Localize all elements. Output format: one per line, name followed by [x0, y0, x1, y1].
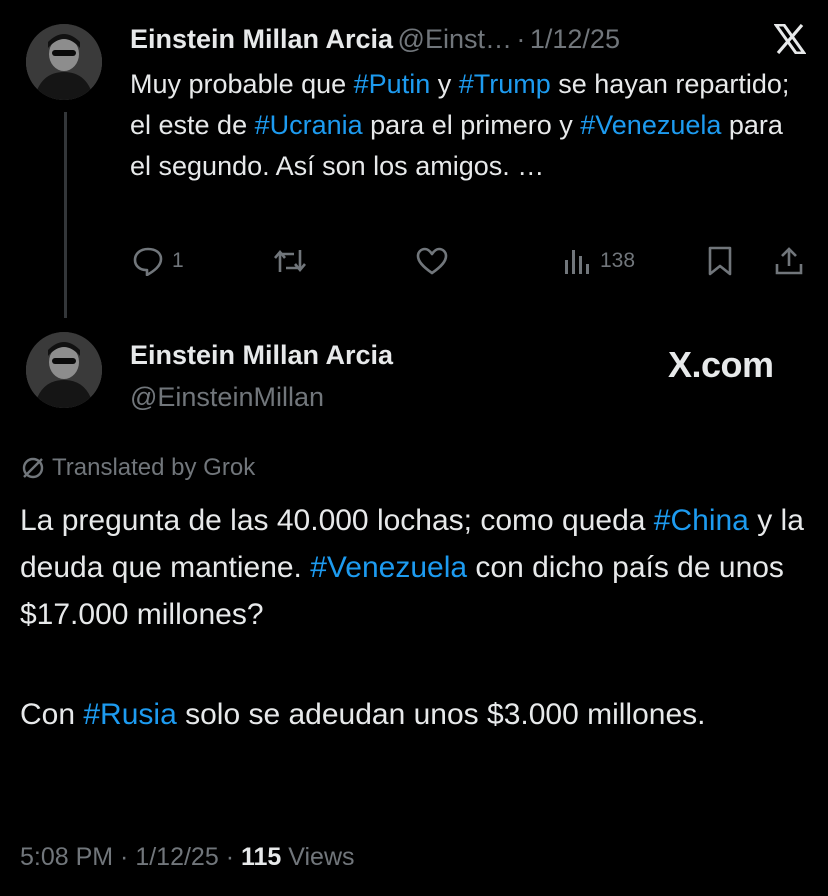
retweet-icon: [272, 246, 308, 276]
hashtag-link[interactable]: #Venezuela: [580, 110, 721, 140]
text-segment: y: [430, 69, 459, 99]
text-segment: solo se adeudan unos $3.000 millones.: [176, 698, 706, 731]
xcom-watermark: X.com: [668, 344, 774, 385]
views-count[interactable]: 115: [241, 843, 281, 871]
author-handle[interactable]: @Einst…: [398, 24, 512, 54]
text-segment: para el primero y: [362, 110, 581, 140]
reply-button[interactable]: 1: [132, 246, 184, 276]
avatar[interactable]: [26, 24, 102, 100]
avatar[interactable]: [26, 332, 102, 408]
author-name[interactable]: Einstein Millan Arcia: [130, 340, 393, 371]
x-logo-icon[interactable]: [774, 24, 806, 54]
tweet-time[interactable]: 5:08 PM: [20, 843, 113, 871]
share-button[interactable]: [774, 246, 804, 276]
tweet-date[interactable]: 1/12/25: [530, 24, 620, 54]
reply-icon: [132, 246, 164, 276]
views-button[interactable]: 138: [562, 246, 635, 276]
text-segment: La pregunta de las 40.000 lochas; como q…: [20, 504, 654, 537]
translated-by-text: Translated by Grok: [52, 454, 256, 481]
like-icon: [416, 246, 448, 276]
retweet-button[interactable]: [272, 246, 308, 276]
translation-label[interactable]: Translated by Grok: [20, 454, 255, 482]
reply-count: 1: [172, 249, 184, 272]
bookmark-button[interactable]: [706, 246, 734, 276]
views-label: Views: [281, 843, 355, 871]
separator: ·: [516, 24, 526, 54]
views-icon: [562, 246, 592, 276]
hashtag-link[interactable]: #Venezuela: [310, 551, 467, 584]
share-icon: [774, 246, 804, 276]
hashtag-link[interactable]: #Trump: [459, 69, 551, 99]
author-name[interactable]: Einstein Millan Arcia: [130, 24, 393, 54]
reply-tweet-text: Muy probable que #Putin y #Trump se haya…: [130, 64, 810, 187]
separator: ·: [113, 843, 136, 871]
main-tweet-paragraph: Con #Rusia solo se adeudan unos $3.000 m…: [20, 691, 720, 738]
hashtag-link[interactable]: #China: [654, 504, 749, 537]
text-segment: Muy probable que: [130, 69, 354, 99]
action-bar: 1 138: [132, 246, 812, 278]
author-handle[interactable]: @EinsteinMillan: [130, 382, 324, 413]
hashtag-link[interactable]: #Rusia: [83, 698, 176, 731]
translate-icon: [20, 455, 46, 481]
thread-line: [64, 112, 67, 318]
hashtag-link[interactable]: #Putin: [354, 69, 431, 99]
separator: ·: [218, 843, 241, 871]
text-segment: Con: [20, 698, 84, 731]
tweet-date[interactable]: 1/12/25: [135, 843, 218, 871]
bookmark-icon: [706, 246, 734, 276]
main-tweet-paragraph: La pregunta de las 40.000 lochas; como q…: [20, 497, 810, 638]
hashtag-link[interactable]: #Ucrania: [255, 110, 363, 140]
views-count: 138: [600, 249, 636, 272]
tweet-meta-footer: 5:08 PM · 1/12/25 · 115 Views: [20, 843, 355, 872]
like-button[interactable]: [416, 246, 448, 276]
reply-tweet-header: Einstein Millan Arcia @Einst… · 1/12/25: [130, 24, 690, 55]
